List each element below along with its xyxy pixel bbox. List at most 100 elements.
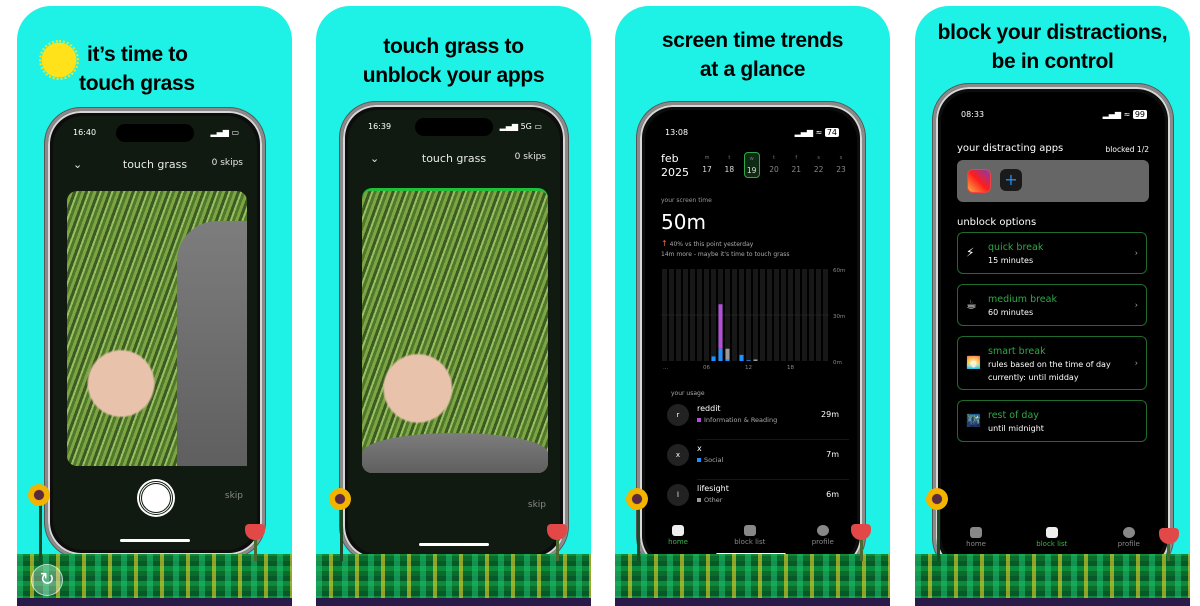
unblock-option-rest-of-day[interactable]: 🌃 rest of day until midnight — [957, 400, 1147, 442]
leaf-icon — [672, 525, 685, 536]
tab-home[interactable]: home — [668, 525, 688, 546]
headline: block your distractions, be in control — [937, 21, 1168, 73]
screen-time-note: 14m more - maybe it's time to touch gras… — [661, 251, 790, 258]
pixel-grass-decoration — [615, 554, 890, 606]
signal-battery-icon: ▂▄▆ ≈ 74 — [794, 128, 839, 137]
signal-battery-icon: ▂▄▆ ≈ 99 — [1102, 110, 1147, 119]
signal-battery-icon: ▂▄▆ ▭ — [210, 128, 239, 137]
app-category: Information & Reading — [697, 416, 777, 424]
headline: it’s time to touch grass — [79, 43, 195, 95]
y-tick-label: 60m — [833, 268, 845, 274]
bar-information-reading-08 — [718, 304, 723, 349]
sun-icon — [37, 38, 81, 82]
app-avatar: l — [667, 484, 689, 506]
day-17[interactable]: m 17 — [699, 152, 715, 178]
pixel-grass-decoration — [316, 554, 591, 606]
category-dot — [697, 418, 701, 422]
replay-icon[interactable]: ↻ — [31, 564, 63, 596]
bar-social-11 — [739, 354, 744, 361]
panel-unblock-apps: touch grass to unblock your apps 16:39 ▂▄▆… — [316, 6, 591, 606]
chevron-right-icon: › — [1134, 358, 1138, 368]
usage-row[interactable]: x x Social 7m — [667, 442, 849, 480]
status-time: 16:39 — [368, 122, 392, 131]
option-detail: 60 minutes — [988, 308, 1034, 317]
camera-preview — [362, 188, 548, 473]
x-tick-label: 06 — [703, 365, 710, 371]
day-22[interactable]: s 22 — [811, 152, 827, 178]
signal-battery-icon: ▂▄▆ 5G ▭ — [499, 122, 542, 131]
option-detail: currently: until midday — [988, 373, 1079, 382]
panel-block-distractions: block your distractions, be in control 08… — [915, 6, 1190, 606]
block-list-icon — [1045, 527, 1058, 538]
tab-profile[interactable]: profile — [812, 525, 834, 546]
app-avatar: r — [667, 404, 689, 426]
panel-time-to-touch-grass: it’s time to touch grass 16:40 ▂▄▆ ▭ ⌄ tou… — [17, 6, 292, 606]
phone-frame: 16:40 ▂▄▆ ▭ ⌄ touch grass 0 skips skip — [45, 108, 265, 558]
day-20[interactable]: t 20 — [766, 152, 782, 178]
skip-button[interactable]: skip — [225, 491, 243, 501]
tab-bar: home block list profile — [941, 527, 1165, 548]
skip-button[interactable]: skip — [528, 500, 546, 510]
tab-block-list[interactable]: block list — [1036, 527, 1067, 548]
bar-other-09 — [725, 348, 730, 360]
sunflower-icon — [626, 488, 648, 510]
tab-bar: home block list profile — [645, 525, 857, 546]
category-dot — [697, 458, 701, 462]
bar-social-07 — [711, 356, 716, 361]
day-23[interactable]: s 23 — [833, 152, 849, 178]
date-picker: feb 2025 m 17 t 18 w 19 t 20 f 21 s 22 s 23 — [661, 152, 849, 184]
unblock-options-title: unblock options — [957, 217, 1037, 228]
option-title: quick break — [988, 242, 1044, 253]
arrow-up-icon: ↑ — [661, 239, 668, 248]
lightning-icon: ⚡ — [966, 245, 975, 260]
tab-profile[interactable]: profile — [1118, 527, 1140, 548]
unblock-option-smart-break[interactable]: 🌅 smart break rules based on the time of d… — [957, 336, 1147, 390]
sunrise-icon: 🌅 — [966, 355, 981, 370]
option-detail: rules based on the time of day — [988, 360, 1111, 369]
day-18[interactable]: t 18 — [721, 152, 737, 178]
panel-screen-time-trends: screen time trends at a glance 13:08 ▂▄▆ ≈… — [615, 6, 890, 606]
coffee-icon: ☕ — [966, 297, 977, 312]
app-time: 29m — [821, 410, 839, 419]
distracting-apps-title: your distracting apps — [957, 143, 1064, 154]
tulip-icon — [1159, 528, 1179, 544]
app-name: x — [697, 444, 702, 453]
phone-frame: 13:08 ▂▄▆ ≈ 74 feb 2025 m 17 t 18 w 19 t 20 f 21 s 22… — [637, 102, 865, 572]
screen-time-label: your screen time — [661, 197, 712, 204]
tulip-icon — [851, 524, 871, 540]
shutter-button[interactable] — [139, 481, 173, 515]
app-name: reddit — [697, 404, 721, 413]
blocked-apps-list: + — [957, 160, 1149, 202]
chevron-right-icon: › — [1134, 248, 1138, 258]
instagram-icon[interactable] — [967, 169, 991, 193]
unblock-option-medium-break[interactable]: ☕ medium break 60 minutes › — [957, 284, 1147, 326]
phone-frame: 08:33 ▂▄▆ ≈ 99 your distracting apps bloc… — [933, 84, 1173, 574]
hourly-usage-chart: 0m 30m 60m... 06 12 18 — [661, 268, 845, 371]
day-21[interactable]: f 21 — [788, 152, 804, 178]
add-app-button[interactable]: + — [1000, 169, 1022, 191]
leaf-icon — [970, 527, 983, 538]
tab-block-list[interactable]: block list — [734, 525, 765, 546]
tab-home[interactable]: home — [966, 527, 986, 548]
x-tick-label: ... — [663, 365, 668, 371]
tulip-icon — [245, 524, 265, 540]
comparison: ↑ 40% vs this point yesterday — [661, 239, 754, 248]
profile-icon — [1122, 527, 1135, 538]
unblock-option-quick-break[interactable]: ⚡ quick break 15 minutes › — [957, 232, 1147, 274]
chevron-right-icon: › — [1134, 300, 1138, 310]
phone-frame: 16:39 ▂▄▆ 5G ▭ ⌄ touch grass 0 skips skip — [340, 102, 568, 562]
bar-social-08 — [718, 348, 723, 361]
y-tick-label: 0m — [833, 360, 842, 366]
usage-row[interactable]: r reddit Information & Reading 29m — [667, 402, 849, 440]
day-19[interactable]: w 19 — [743, 152, 760, 178]
app-time: 7m — [826, 450, 839, 459]
usage-label: your usage — [671, 390, 705, 397]
sunflower-icon — [28, 484, 50, 506]
usage-row[interactable]: l lifesight Other 6m — [667, 482, 839, 516]
block-list-icon — [743, 525, 756, 536]
x-tick-label: 18 — [787, 365, 794, 371]
option-title: medium break — [988, 294, 1057, 305]
headline: touch grass to unblock your apps — [362, 35, 545, 87]
app-name: lifesight — [697, 484, 729, 493]
app-time: 6m — [826, 490, 839, 499]
